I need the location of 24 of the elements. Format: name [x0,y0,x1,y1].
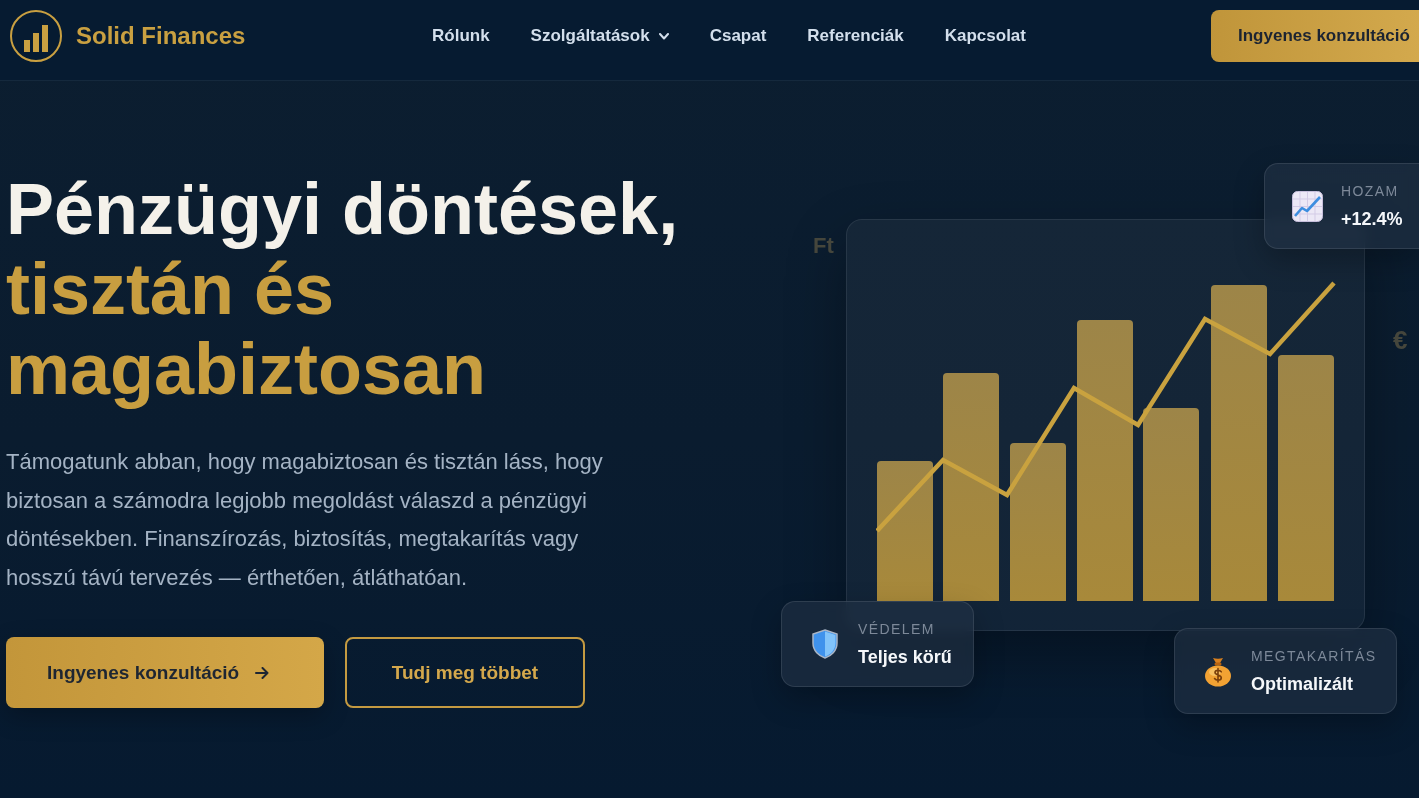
stat-label: VÉDELEM [858,620,936,638]
nav-link[interactable]: Rólunk [432,26,490,46]
hero-description: Támogatunk abban, hogy magabiztosan és tisztán láss, hogy biztosan a számodra legjobb megoldást válaszd a pénzügyi döntésekben. Finanszírozás, biztosítás, megtakarítás vagy hosszú távú tervezés — érthetően, átláthatóan. [6,448,604,592]
stat-label: HOZAM [1341,182,1400,200]
nav-link[interactable]: Szolgáltatások [530,26,669,46]
hero-title: Pénzügyi döntések, tisztán és magabiztosan [6,169,680,409]
money-bag-icon [1204,655,1232,687]
nav-link[interactable]: Referenciák [807,26,904,46]
nav-link[interactable]: Kapcsolat [944,26,1026,46]
nav-link[interactable]: Csapat [709,26,767,46]
consultation-button[interactable]: Ingyenes konzultáció [1211,10,1419,62]
brand-link[interactable]: Solid Finances [10,10,246,62]
stat-value: Optimalizált [1251,673,1354,695]
arrow-right-icon [255,666,270,679]
consultation-button[interactable]: Ingyenes konzultáció [6,637,324,708]
stat-value: Teljes körű [858,646,952,668]
stat-label: MEGTAKARÍTÁS [1251,647,1377,665]
chart-increasing-icon [1292,190,1323,222]
logo-bars-icon [10,10,62,62]
shield-icon [812,629,838,659]
currency-symbol: € [1393,327,1408,353]
currency-symbol: Ft [813,235,834,257]
stat-value: +12.4% [1341,208,1403,230]
learn-more-button[interactable]: Tudj meg többet [345,637,585,708]
